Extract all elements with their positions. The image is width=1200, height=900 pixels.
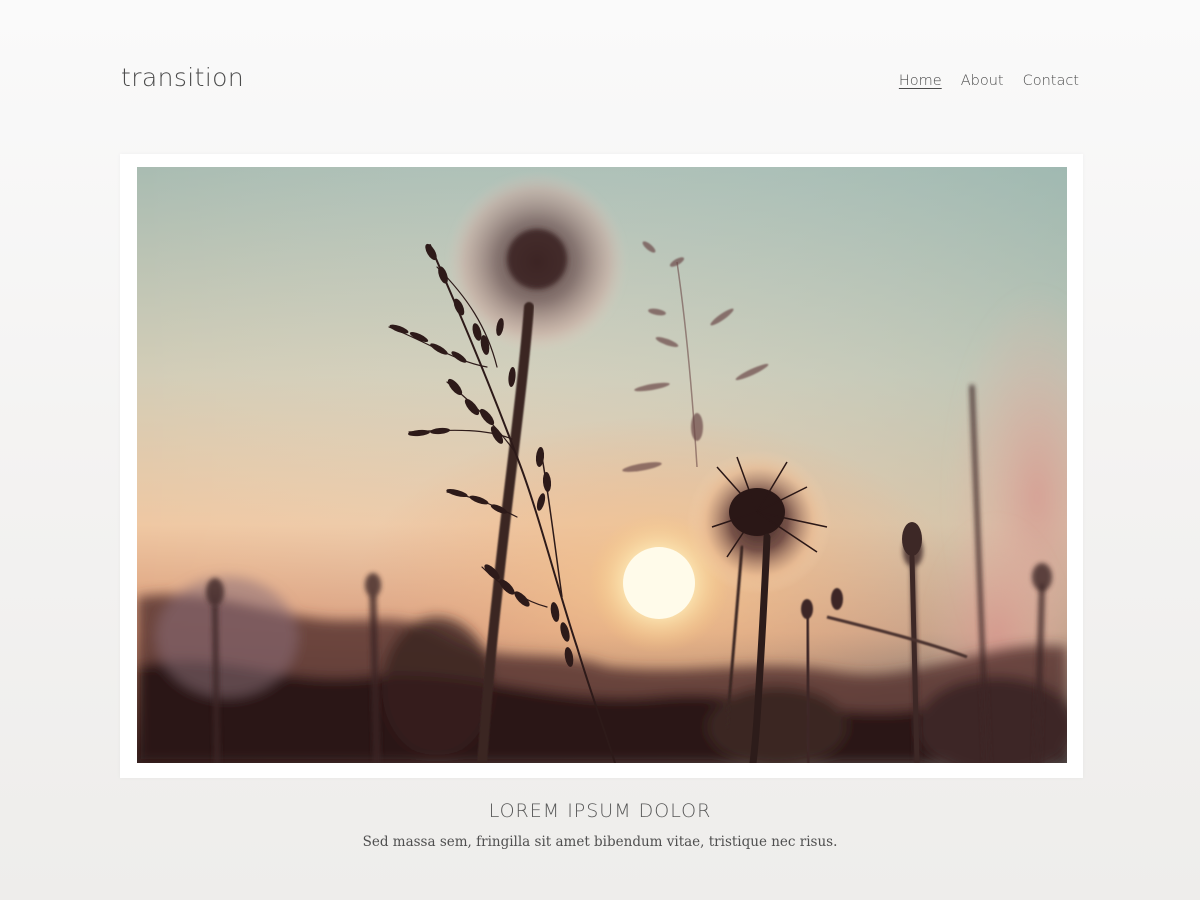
caption-title: LOREM IPSUM DOLOR	[488, 800, 712, 822]
hero-image-frame	[120, 154, 1083, 778]
nav-contact-link[interactable]: Contact	[1023, 73, 1079, 89]
hero-photo[interactable]	[137, 167, 1067, 763]
caption-text: Sed massa sem, fringilla sit amet bibend…	[362, 834, 838, 850]
nav-about-link[interactable]: About	[961, 73, 1004, 89]
site-header: transition Home About Contact	[121, 60, 1079, 104]
main-nav: Home About Contact	[899, 73, 1079, 89]
hero-caption: LOREM IPSUM DOLOR Sed massa sem, fringil…	[0, 800, 1200, 850]
nav-home-link[interactable]: Home	[899, 73, 942, 89]
site-logo[interactable]: transition	[121, 63, 244, 92]
